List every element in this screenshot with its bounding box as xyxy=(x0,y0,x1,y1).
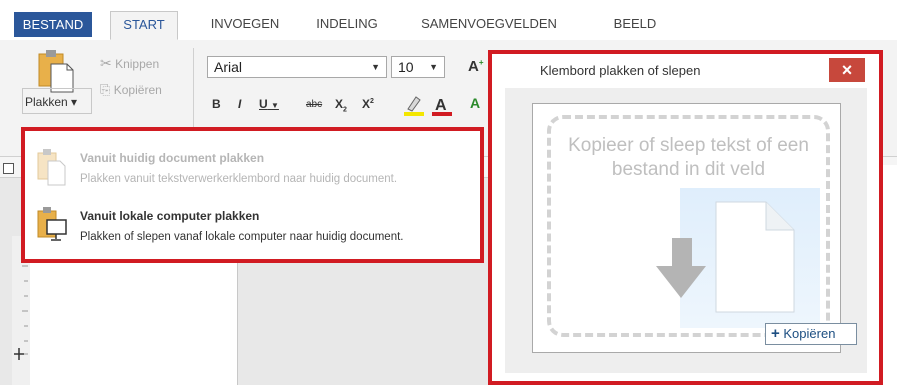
chevron-down-icon: ▼ xyxy=(271,101,279,110)
menu-item-title: Vanuit lokale computer plakken xyxy=(80,209,260,223)
close-button[interactable]: × xyxy=(829,58,865,82)
tab-stop-icon[interactable] xyxy=(3,163,14,174)
tab-bestand[interactable]: BESTAND xyxy=(14,12,92,37)
subscript-button[interactable]: X2 xyxy=(335,97,347,113)
drop-document-icon xyxy=(656,188,820,328)
scissors-icon: ✂ xyxy=(100,55,112,71)
tab-start[interactable]: START xyxy=(110,11,178,40)
paste-document-icon xyxy=(37,149,66,186)
copy-icon: ⎘ xyxy=(100,82,111,97)
tab-invoegen[interactable]: INVOEGEN xyxy=(200,11,290,37)
dialog-title: Klembord plakken of slepen xyxy=(540,63,701,78)
copy-button[interactable]: ⎘ Kopiëren xyxy=(100,82,162,98)
highlighter-icon xyxy=(404,96,424,116)
strikethrough-button[interactable]: abc xyxy=(306,99,322,110)
paste-computer-icon xyxy=(37,207,67,241)
copy-button-label: Kopiëren xyxy=(783,326,836,341)
tab-indeling[interactable]: INDELING xyxy=(306,11,388,37)
cut-label: Knippen xyxy=(115,57,160,71)
ribbon-separator xyxy=(193,48,194,128)
font-size-value: 10 xyxy=(398,59,414,75)
cut-button[interactable]: ✂ Knippen xyxy=(100,55,159,72)
close-icon: × xyxy=(841,60,853,80)
svg-text:A: A xyxy=(435,97,447,114)
menu-item-title: Vanuit huidig document plakken xyxy=(80,151,265,165)
tab-beeld[interactable]: BEELD xyxy=(600,11,670,37)
copy-button-dialog[interactable]: + Kopiëren xyxy=(765,323,857,345)
paste-button-frame xyxy=(22,88,92,114)
copy-label: Kopiëren xyxy=(113,83,162,97)
bold-button[interactable]: B xyxy=(212,97,221,111)
menu-item-description: Plakken vanuit tekstverwerkerklembord na… xyxy=(80,173,398,185)
font-size-select[interactable]: 10 ▼ xyxy=(391,56,445,78)
paste-options-menu: Vanuit huidig document plakken Plakken v… xyxy=(21,127,484,263)
chevron-down-icon: ▼ xyxy=(429,62,438,72)
superscript-button[interactable]: X2 xyxy=(362,97,374,111)
ribbon-tab-bar: BESTAND START INVOEGEN INDELING SAMENVOE… xyxy=(0,0,897,41)
underline-label: U xyxy=(259,97,268,111)
superscript-label: X xyxy=(362,97,371,111)
highlight-color-button[interactable] xyxy=(402,93,426,117)
drop-zone-text: Kopieer of sleep tekst of een bestand in… xyxy=(568,135,809,180)
menu-item-paste-current-document[interactable]: Vanuit huidig document plakken Plakken v… xyxy=(25,137,480,197)
clear-format-icon[interactable]: A xyxy=(470,95,480,111)
plus-icon: + xyxy=(771,325,780,342)
menu-item-description: Plakken of slepen vanaf lokale computer … xyxy=(80,231,404,243)
font-family-select[interactable]: Arial ▼ xyxy=(207,56,387,78)
chevron-down-icon: ▼ xyxy=(371,62,380,72)
menu-item-paste-local-computer[interactable]: Vanuit lokale computer plakken Plakken o… xyxy=(25,197,480,257)
font-family-value: Arial xyxy=(214,59,243,75)
tab-samenvoegvelden[interactable]: SAMENVOEGVELDEN xyxy=(410,11,568,37)
underline-button[interactable]: U ▼ xyxy=(259,97,279,111)
subscript-label: X xyxy=(335,97,344,111)
grow-font-icon[interactable]: A+ xyxy=(468,58,484,75)
font-color-icon: A xyxy=(432,97,452,116)
italic-button[interactable]: I xyxy=(238,97,241,111)
font-color-button[interactable]: A xyxy=(430,93,454,117)
